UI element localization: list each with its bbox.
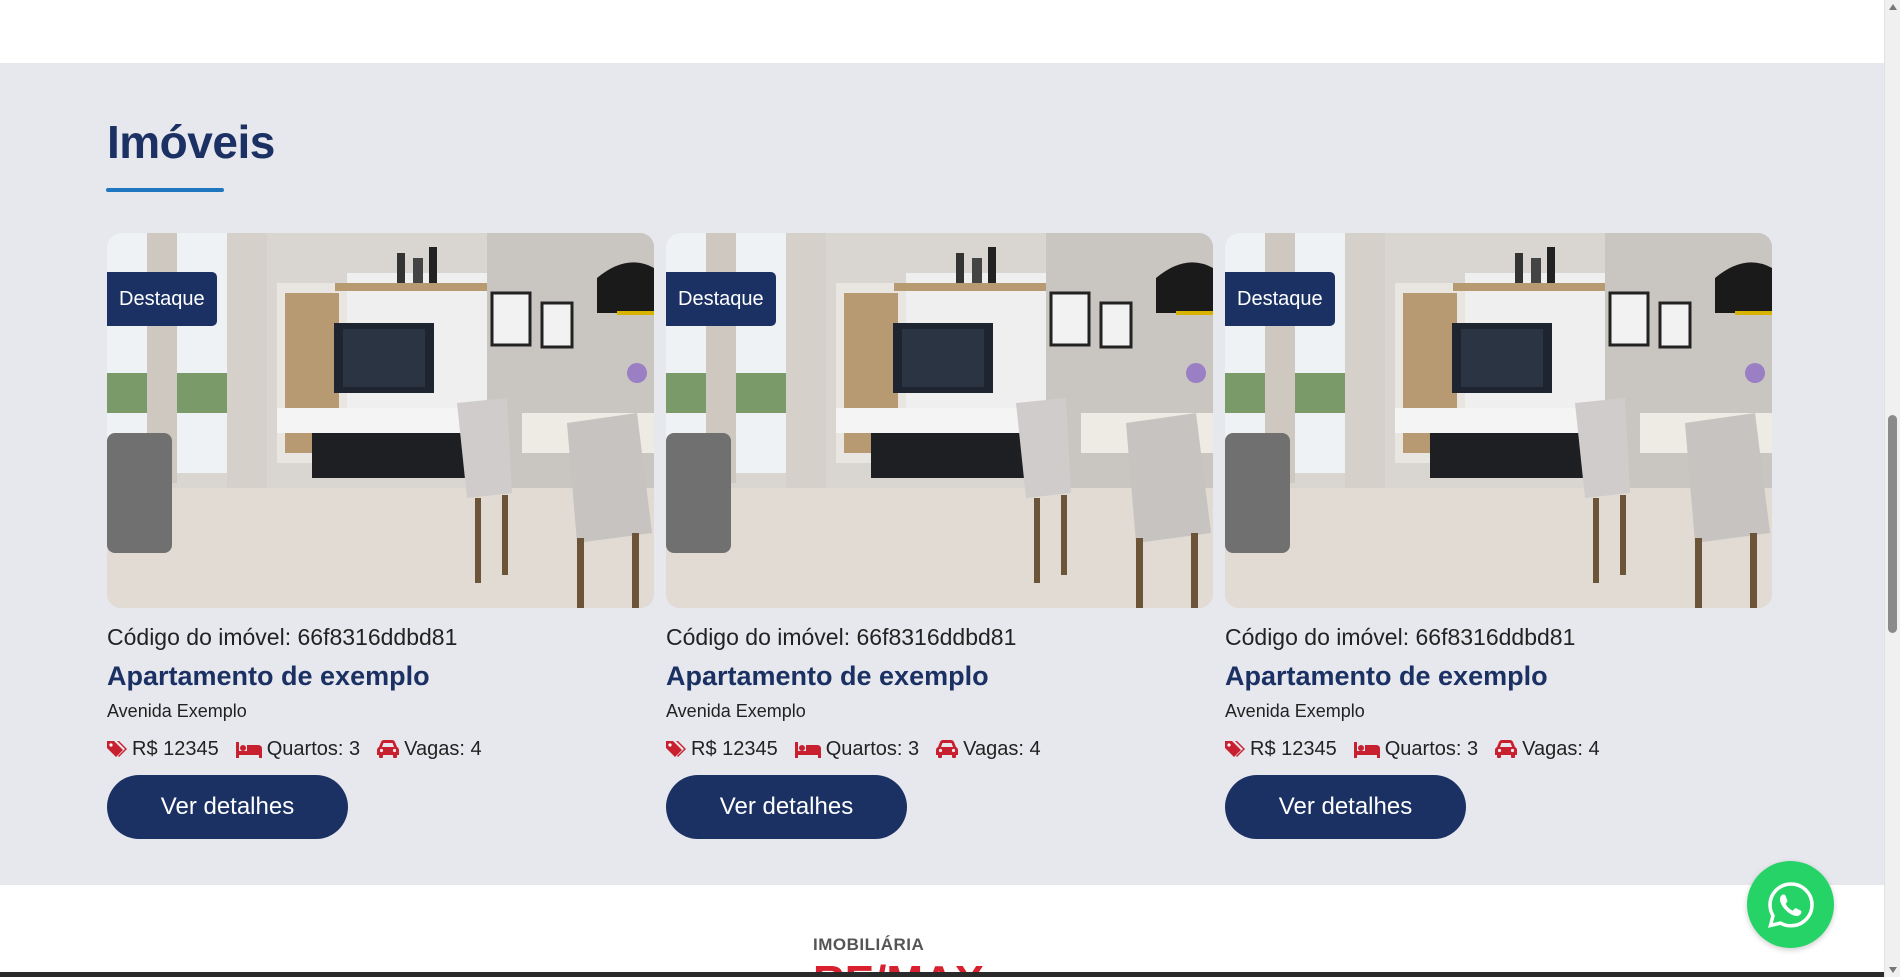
bed-icon <box>235 742 262 758</box>
whatsapp-button[interactable] <box>1747 861 1834 948</box>
property-code: Código do imóvel: 66f8316ddbd81 <box>666 624 1017 650</box>
price-text: R$ 12345 <box>1250 737 1337 760</box>
property-code: Código do imóvel: 66f8316ddbd81 <box>107 624 458 650</box>
parking-feature: Vagas: 4 <box>377 737 482 761</box>
property-title[interactable]: Apartamento de exemplo <box>1225 660 1772 692</box>
price-feature: R$ 12345 <box>1225 738 1337 761</box>
section-title: Imóveis <box>107 116 275 168</box>
parking-feature: Vagas: 4 <box>1495 737 1600 761</box>
property-features: R$ 12345 Quartos: 3 Vagas: 4 <box>1225 736 1772 762</box>
bed-icon <box>794 742 821 758</box>
property-address: Avenida Exemplo <box>1225 701 1365 721</box>
property-code: Código do imóvel: 66f8316ddbd81 <box>1225 624 1576 650</box>
rooms-feature: Quartos: 3 <box>794 737 920 761</box>
property-address: Avenida Exemplo <box>666 701 806 721</box>
price-text: R$ 12345 <box>691 737 778 760</box>
tag-icon <box>107 741 127 757</box>
property-features: R$ 12345 Quartos: 3 Vagas: 4 <box>107 736 654 762</box>
scroll-thumb[interactable] <box>1888 415 1897 633</box>
car-icon <box>377 740 400 758</box>
featured-badge: Destaque <box>666 272 776 326</box>
vertical-scrollbar[interactable] <box>1884 0 1900 977</box>
parking-feature: Vagas: 4 <box>936 737 1041 761</box>
property-photo[interactable]: Destaque <box>1225 233 1772 608</box>
logo-caption: IMOBILIÁRIA <box>813 935 925 954</box>
scroll-down-icon[interactable] <box>1889 967 1897 973</box>
property-title[interactable]: Apartamento de exemplo <box>107 660 654 692</box>
parking-text: Vagas: 4 <box>963 737 1041 760</box>
tag-icon <box>1225 741 1245 757</box>
featured-badge: Destaque <box>107 272 217 326</box>
rooms-feature: Quartos: 3 <box>235 737 361 761</box>
property-card: Destaque Código do imóvel: 66f8316ddbd81… <box>107 233 654 839</box>
rooms-text: Quartos: 3 <box>266 737 361 760</box>
details-button[interactable]: Ver detalhes <box>1225 775 1466 839</box>
property-photo[interactable]: Destaque <box>107 233 654 608</box>
car-icon <box>936 740 959 758</box>
property-card: Destaque Código do imóvel: 66f8316ddbd81… <box>666 233 1213 839</box>
scroll-up-icon[interactable] <box>1889 4 1897 10</box>
bed-icon <box>1353 742 1380 758</box>
parking-text: Vagas: 4 <box>1522 737 1600 760</box>
parking-text: Vagas: 4 <box>404 737 482 760</box>
property-card: Destaque Código do imóvel: 66f8316ddbd81… <box>1225 233 1772 839</box>
details-button[interactable]: Ver detalhes <box>107 775 348 839</box>
property-title[interactable]: Apartamento de exemplo <box>666 660 1213 692</box>
price-text: R$ 12345 <box>132 737 219 760</box>
rooms-text: Quartos: 3 <box>825 737 920 760</box>
property-features: R$ 12345 Quartos: 3 Vagas: 4 <box>666 736 1213 762</box>
price-feature: R$ 12345 <box>666 738 778 761</box>
footer: IMOBILIÁRIA RE/MAX <box>0 885 1884 977</box>
property-address: Avenida Exemplo <box>107 701 247 721</box>
property-photo[interactable]: Destaque <box>666 233 1213 608</box>
bottom-edge <box>0 972 1884 977</box>
top-white-area <box>0 0 1884 63</box>
car-icon <box>1495 740 1518 758</box>
price-feature: R$ 12345 <box>107 738 219 761</box>
featured-badge: Destaque <box>1225 272 1335 326</box>
details-button[interactable]: Ver detalhes <box>666 775 907 839</box>
rooms-text: Quartos: 3 <box>1384 737 1479 760</box>
tag-icon <box>666 741 686 757</box>
title-underline <box>106 188 224 192</box>
whatsapp-icon <box>1767 881 1814 928</box>
properties-section: Imóveis Destaque Código do imóvel: 66f83… <box>0 63 1884 885</box>
rooms-feature: Quartos: 3 <box>1353 737 1479 761</box>
